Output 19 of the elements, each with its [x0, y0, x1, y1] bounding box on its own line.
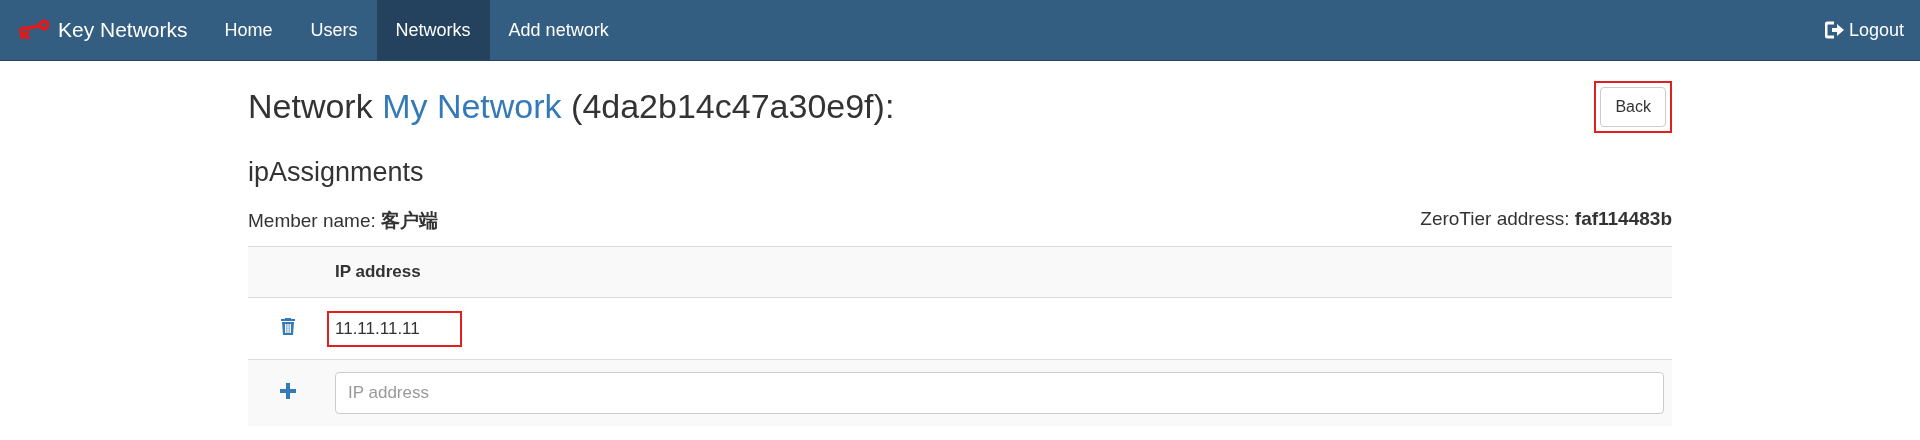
nav-tab[interactable]: Users: [291, 0, 377, 60]
plus-icon[interactable]: [278, 381, 297, 400]
column-header: IP address: [327, 246, 1672, 298]
member-name: Member name: 客户端: [248, 209, 439, 233]
nav-tab[interactable]: Home: [205, 0, 292, 60]
trash-icon[interactable]: [279, 317, 296, 335]
section-title: ipAssignments: [248, 157, 425, 188]
nav-tab[interactable]: Networks: [376, 0, 490, 60]
logout-icon: [1824, 21, 1845, 39]
network-name-link[interactable]: My Network: [382, 87, 562, 125]
network-heading: Network My Network (4da2b14c47a30e9f):: [248, 87, 895, 126]
back-button[interactable]: Back: [1600, 87, 1666, 127]
brand-link[interactable]: Key Networks: [0, 0, 206, 60]
nav-tab[interactable]: Add network: [489, 0, 628, 60]
ip-address: 11.11.11.11: [327, 310, 462, 347]
logout-link[interactable]: Logout: [1808, 0, 1920, 60]
key-icon: [18, 19, 50, 41]
zerotier-address: ZeroTier address: faf114483b: [1420, 208, 1672, 231]
ip-address-input[interactable]: IP address: [335, 372, 1664, 414]
